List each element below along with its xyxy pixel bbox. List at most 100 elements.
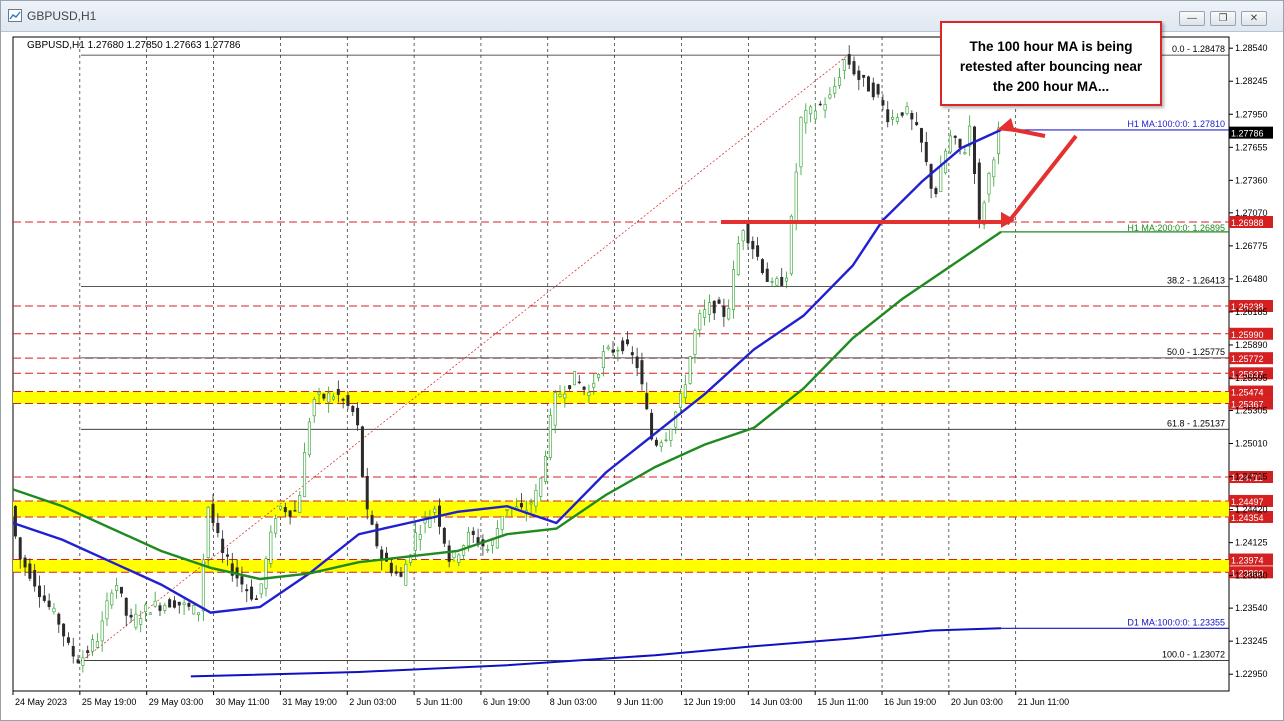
y-tick-label: 1.23830 xyxy=(1235,571,1268,581)
candle-body xyxy=(919,128,923,143)
fib-level-label: 61.8 - 1.25137 xyxy=(1167,418,1225,428)
candle-body xyxy=(168,599,172,608)
candle-body xyxy=(717,299,721,304)
candle-body xyxy=(245,589,249,592)
candle-body xyxy=(804,110,808,124)
candle-body xyxy=(418,534,422,540)
candle-body xyxy=(47,600,51,608)
candle-body xyxy=(274,518,278,534)
candle-body xyxy=(842,59,846,71)
y-tick-label: 1.28540 xyxy=(1235,43,1268,53)
candle-body xyxy=(38,585,42,598)
candle-body xyxy=(18,537,22,560)
candle-body xyxy=(606,346,610,350)
candle-body xyxy=(785,277,789,282)
candle-body xyxy=(929,164,933,189)
candle-body xyxy=(823,104,827,111)
candle-body xyxy=(259,583,263,595)
candle-body xyxy=(813,110,817,120)
callout-text: The 100 hour MA is being retested after … xyxy=(959,39,1143,94)
candle-body xyxy=(95,641,99,648)
candle-body xyxy=(312,399,316,417)
candle-body xyxy=(558,394,562,397)
candle-body xyxy=(905,106,909,114)
y-tick-label: 1.28245 xyxy=(1235,76,1268,86)
candle-body xyxy=(572,371,576,386)
candle-body xyxy=(356,407,360,426)
candle-body xyxy=(129,614,133,618)
ma100-label: H1 MA:100:0:0: 1.27810 xyxy=(1127,119,1225,129)
candle-body xyxy=(948,135,952,153)
y-tick-label: 1.26480 xyxy=(1235,274,1268,284)
y-tick-label: 1.26185 xyxy=(1235,307,1268,317)
price-chart[interactable]: 1.269881.262381.259901.257721.256371.254… xyxy=(1,31,1283,721)
candle-body xyxy=(775,278,779,286)
y-tick-label: 1.22950 xyxy=(1235,669,1268,679)
candle-body xyxy=(760,259,764,273)
candle-body xyxy=(57,613,61,625)
candle-body xyxy=(992,159,996,178)
candle-body xyxy=(707,302,711,315)
candle-body xyxy=(698,313,702,331)
y-tick-label: 1.23245 xyxy=(1235,636,1268,646)
candle-body xyxy=(544,456,548,482)
price-level-label: 1.25474 xyxy=(1231,388,1264,398)
candle-body xyxy=(505,509,509,511)
y-tick-label: 1.24715 xyxy=(1235,472,1268,482)
candle-body xyxy=(389,562,393,574)
candle-body xyxy=(163,605,167,611)
candle-body xyxy=(611,349,615,353)
candle-body xyxy=(394,571,398,574)
candle-body xyxy=(640,360,644,385)
candle-body xyxy=(303,452,307,498)
candle-body xyxy=(519,503,523,508)
candle-body xyxy=(534,490,538,507)
candle-body xyxy=(486,549,490,551)
candle-body xyxy=(307,421,311,456)
minimize-button[interactable]: — xyxy=(1179,11,1205,26)
fib-level-label: 0.0 - 1.28478 xyxy=(1172,44,1225,54)
candle-body xyxy=(100,620,104,642)
candle-body xyxy=(727,308,731,320)
price-level-label: 1.26988 xyxy=(1231,218,1264,228)
close-icon: ✕ xyxy=(1249,13,1259,24)
candle-body xyxy=(736,243,740,275)
close-button[interactable]: ✕ xyxy=(1241,11,1267,26)
candle-body xyxy=(182,602,186,605)
candle-body xyxy=(177,601,181,606)
candle-body xyxy=(601,351,605,369)
candle-body xyxy=(206,506,210,559)
y-tick-label: 1.23540 xyxy=(1235,603,1268,613)
candle-body xyxy=(298,495,302,513)
candle-body xyxy=(770,281,774,283)
candle-body xyxy=(23,557,27,568)
fib-level-label: 100.0 - 1.23072 xyxy=(1162,650,1225,660)
candle-body xyxy=(582,386,586,390)
candle-body xyxy=(847,54,851,65)
restore-button[interactable]: ❐ xyxy=(1210,11,1236,26)
candle-body xyxy=(910,113,914,120)
candle-body xyxy=(500,516,504,530)
candle-body xyxy=(288,510,292,517)
current-price-label: 1.27786 xyxy=(1231,129,1264,139)
candle-body xyxy=(756,245,760,257)
x-tick-label: 8 Jun 03:00 xyxy=(550,697,597,707)
candle-body xyxy=(327,392,331,403)
candle-body xyxy=(693,330,697,355)
x-tick-label: 21 Jun 11:00 xyxy=(1018,697,1069,707)
candle-body xyxy=(818,103,822,106)
x-tick-label: 16 Jun 19:00 xyxy=(884,697,936,707)
candle-body xyxy=(669,429,673,441)
candle-body xyxy=(587,392,591,396)
candle-body xyxy=(688,356,692,384)
y-tick-label: 1.27950 xyxy=(1235,109,1268,119)
candle-body xyxy=(192,605,196,615)
candle-body xyxy=(597,374,601,379)
candle-body xyxy=(568,385,572,389)
candle-body xyxy=(240,576,244,585)
ma200-label: H1 MA:200:0:0: 1.26895 xyxy=(1127,223,1225,233)
candle-body xyxy=(751,240,755,250)
candle-body xyxy=(891,116,895,120)
candle-body xyxy=(539,477,543,497)
candle-body xyxy=(953,135,957,138)
